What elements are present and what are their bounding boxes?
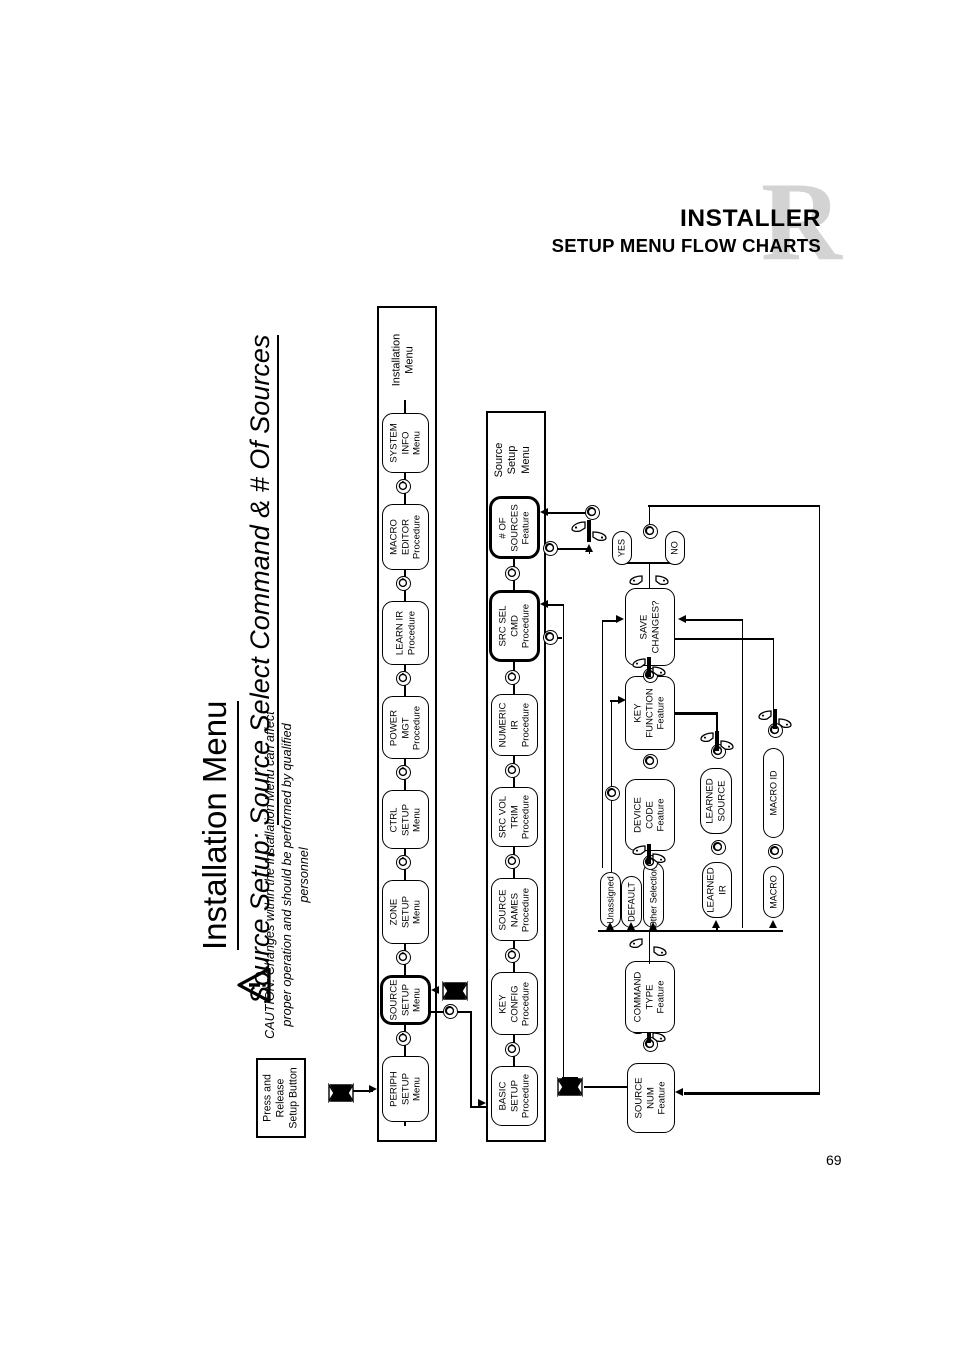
nav-knob-icon[interactable] xyxy=(505,948,520,963)
page-header: INSTALLER SETUP MENU FLOW CHARTS xyxy=(552,206,821,258)
nav-knob-icon[interactable] xyxy=(711,840,726,855)
nav-knob-icon[interactable] xyxy=(643,524,658,539)
caution-text: CAUTION: Changes within the Installation… xyxy=(263,711,311,1039)
flow-arrow xyxy=(675,1088,683,1096)
node-no[interactable]: NO xyxy=(665,531,685,565)
rocker-paddle-icon[interactable] xyxy=(571,518,607,544)
nav-knob-icon[interactable] xyxy=(396,765,411,780)
flow-line xyxy=(562,604,565,1078)
node-macro[interactable]: MACRO xyxy=(763,866,784,918)
flow-line xyxy=(648,505,651,525)
flow-arrow xyxy=(616,615,624,623)
flow-arrow xyxy=(627,922,635,930)
node-src-sel-cmd[interactable]: SRC SEL CMD Procedure xyxy=(489,590,540,662)
connector-symbol-a xyxy=(328,1083,354,1103)
node-key-config[interactable]: KEY CONFIG Procedure xyxy=(491,972,538,1035)
flow-line xyxy=(648,930,651,964)
node-source-setup[interactable]: SOURCE SETUP Menu xyxy=(380,975,431,1025)
flow-arrow xyxy=(769,920,777,928)
manual-page: R INSTALLER SETUP MENU FLOW CHARTS Insta… xyxy=(0,0,954,1351)
nav-knob-icon[interactable] xyxy=(396,1031,411,1046)
node-power-mgt[interactable]: POWER MGT Procedure xyxy=(382,696,429,759)
node-unassigned[interactable]: Unassigned xyxy=(600,872,621,928)
flow-arrow xyxy=(618,696,626,704)
flow-line xyxy=(662,638,774,640)
flow-arrow xyxy=(606,922,614,930)
flow-line xyxy=(741,619,744,928)
node-learned-ir[interactable]: LEARNED IR xyxy=(702,862,732,918)
flow-arrow xyxy=(678,615,686,623)
node-key-function[interactable]: KEY FUNCTION Feature xyxy=(625,676,675,750)
nav-knob-icon[interactable] xyxy=(396,479,411,494)
header-title: INSTALLER xyxy=(679,205,821,232)
node-yes[interactable]: YES xyxy=(612,531,632,565)
rocker-paddle-icon[interactable] xyxy=(757,708,793,730)
connector-symbol-c xyxy=(557,1077,583,1097)
nav-knob-icon[interactable] xyxy=(768,844,783,859)
flow-line xyxy=(818,505,821,1093)
node-save-changes[interactable]: SAVE CHANGES? xyxy=(625,588,675,666)
flow-arrow xyxy=(540,600,548,608)
flow-arrow xyxy=(540,508,548,516)
start-box-label: Press and Release Setup Button xyxy=(261,1067,300,1129)
nav-knob-icon[interactable] xyxy=(505,670,520,685)
flow-line xyxy=(772,638,775,710)
page-number: 69 xyxy=(826,1152,842,1168)
node-numeric-ir[interactable]: NUMERIC IR Procedure xyxy=(491,694,538,756)
nav-knob-icon[interactable] xyxy=(605,786,620,801)
node-zone-setup[interactable]: ZONE SETUP Menu xyxy=(382,880,429,944)
node-other-selections[interactable]: Other Selections xyxy=(643,862,664,928)
flow-arrow xyxy=(431,986,439,994)
node-num-of-sources[interactable]: # OF SOURCES Feature xyxy=(489,496,540,559)
flow-line xyxy=(715,712,719,734)
nav-knob-icon[interactable] xyxy=(543,541,558,556)
flow-line xyxy=(684,1092,820,1095)
rocker-paddle-icon[interactable] xyxy=(631,843,667,865)
nav-knob-icon[interactable] xyxy=(396,576,411,591)
node-basic-setup[interactable]: BASIC SETUP Procedure xyxy=(491,1066,538,1126)
nav-knob-icon[interactable] xyxy=(505,1042,520,1057)
flow-line xyxy=(648,562,651,588)
flow-arrow xyxy=(649,922,657,930)
node-periph-setup[interactable]: PERIPH SETUP Menu xyxy=(382,1056,429,1122)
node-default[interactable]: DEFAULT xyxy=(621,876,642,928)
node-macro-id[interactable]: MACRO ID xyxy=(763,748,784,838)
node-device-code[interactable]: DEVICE CODE Feature xyxy=(625,779,675,851)
node-macro-editor[interactable]: MACRO EDITOR Procedure xyxy=(382,504,429,570)
source-setup-menu-title: Source Setup Menu xyxy=(492,442,532,478)
nav-knob-icon[interactable] xyxy=(543,630,558,645)
nav-knob-icon[interactable] xyxy=(505,854,520,869)
installation-menu-title: Installation Menu xyxy=(390,333,416,387)
start-box: Press and Release Setup Button xyxy=(256,1058,306,1138)
nav-knob-icon[interactable] xyxy=(505,566,520,581)
node-command-type[interactable]: COMMAND TYPE Feature xyxy=(625,961,675,1033)
rocker-paddle-icon[interactable] xyxy=(631,656,667,678)
flow-arrow xyxy=(478,1099,486,1107)
flow-line xyxy=(648,505,820,507)
node-learn-ir[interactable]: LEARN IR Procedure xyxy=(382,601,429,665)
flow-arrow xyxy=(369,1085,377,1093)
nav-knob-icon[interactable] xyxy=(396,855,411,870)
header-subtitle: SETUP MENU FLOW CHARTS xyxy=(551,235,821,256)
flow-line xyxy=(584,1086,627,1088)
nav-knob-icon[interactable] xyxy=(505,763,520,778)
page-title: Installation Menu xyxy=(196,700,239,950)
node-source-names[interactable]: SOURCE NAMES Procedure xyxy=(491,878,538,941)
node-source-num[interactable]: SOURCE NUM Feature xyxy=(627,1063,675,1133)
nav-knob-icon[interactable] xyxy=(396,671,411,686)
flow-line xyxy=(598,930,783,932)
flow-line xyxy=(470,1011,472,1107)
flow-line xyxy=(686,619,743,621)
nav-knob-icon[interactable] xyxy=(443,1004,458,1019)
node-ctrl-setup[interactable]: CTRL SETUP Menu xyxy=(382,790,429,849)
nav-knob-icon[interactable] xyxy=(396,950,411,965)
node-system-info[interactable]: SYSTEM INFO Menu xyxy=(382,413,429,473)
node-src-vol-trim[interactable]: SRC VOL TRIM Procedure xyxy=(491,787,538,847)
node-learned-source[interactable]: LEARNED SOURCE xyxy=(700,768,732,834)
connector-symbol-b xyxy=(442,981,468,1001)
flow-line xyxy=(715,924,719,932)
nav-knob-icon[interactable] xyxy=(643,754,658,769)
flow-line xyxy=(601,620,604,868)
